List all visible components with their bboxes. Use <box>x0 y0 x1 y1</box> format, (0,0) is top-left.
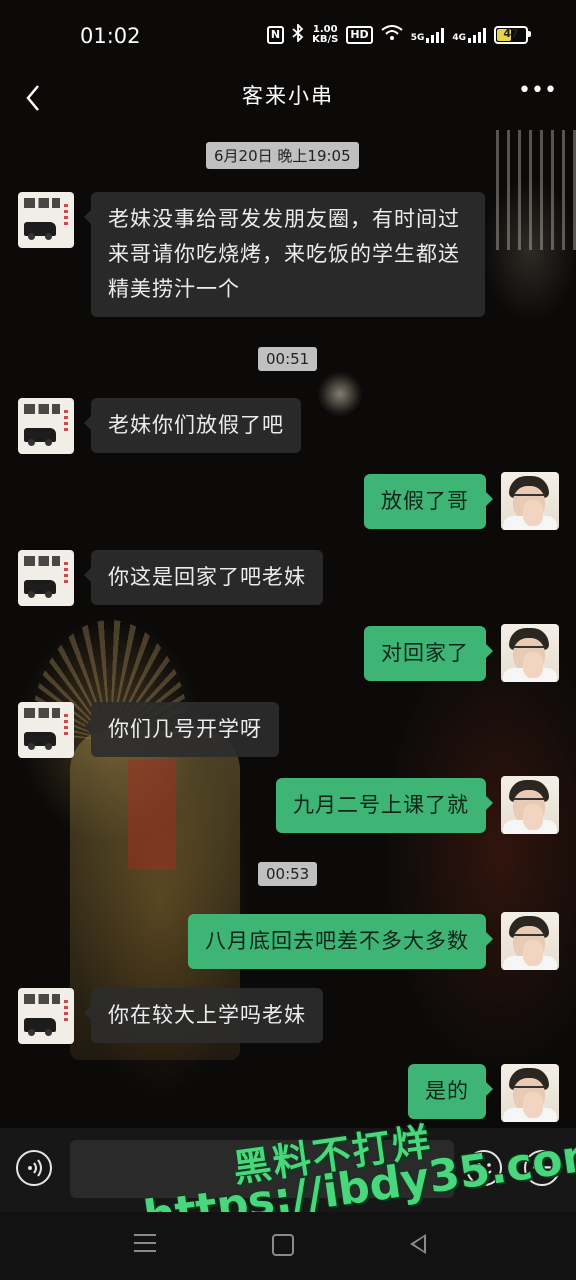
more-dots-icon: ••• <box>518 78 557 103</box>
message-bubble-received[interactable]: 你们几号开学呀 <box>84 702 279 757</box>
message-bubble-received[interactable]: 你在较大上学吗老妹 <box>84 988 323 1043</box>
status-time: 01:02 <box>80 24 141 48</box>
signal-4g: 4G <box>452 27 486 43</box>
speed-unit: KB/S <box>312 34 339 45</box>
background-moon <box>318 372 362 416</box>
net2-label: 4G <box>452 33 466 43</box>
timestamp: 6月20日 晚上19:05 <box>206 142 359 169</box>
bluetooth-icon <box>292 22 304 46</box>
contact-avatar[interactable] <box>18 550 74 606</box>
status-bar: 01:02 N 1.00 KB/S HD 5G 4G 47 <box>0 0 576 74</box>
home-icon[interactable] <box>272 1234 294 1256</box>
message-bubble-received[interactable]: 老妹没事给哥发发朋友圈，有时间过来哥请你吃烧烤，来吃饭的学生都送精美捞汁一个 <box>84 192 485 317</box>
battery-percent: 47 <box>503 27 519 40</box>
contact-avatar[interactable] <box>18 988 74 1044</box>
user-avatar[interactable] <box>501 1064 559 1122</box>
signal-5g: 5G <box>411 27 445 43</box>
user-avatar[interactable] <box>501 472 559 530</box>
timestamp: 00:53 <box>258 862 318 886</box>
message-bubble-sent[interactable]: 对回家了 <box>364 626 493 681</box>
contact-avatar[interactable] <box>18 702 74 758</box>
voice-icon <box>28 1159 42 1177</box>
back-triangle-icon[interactable] <box>410 1234 426 1254</box>
user-avatar[interactable] <box>501 624 559 682</box>
background-figure-detail <box>128 760 176 870</box>
message-bubble-sent[interactable]: 九月二号上课了就 <box>276 778 493 833</box>
timestamp: 00:51 <box>258 347 318 371</box>
contact-avatar[interactable] <box>18 192 74 248</box>
voice-button[interactable] <box>16 1150 52 1186</box>
hd-icon: HD <box>346 26 373 44</box>
background-blinds <box>496 130 576 250</box>
battery-icon: 47 <box>494 26 531 44</box>
user-avatar[interactable] <box>501 912 559 970</box>
message-bubble-received[interactable]: 你这是回家了吧老妹 <box>84 550 323 605</box>
status-icons: N 1.00 KB/S HD 5G 4G 47 <box>266 22 531 46</box>
message-bubble-sent[interactable]: 八月底回去吧差不多大多数 <box>188 914 493 969</box>
contact-avatar[interactable] <box>18 398 74 454</box>
network-speed: 1.00 KB/S <box>312 25 338 45</box>
chat-title: 客来小串 <box>242 84 334 108</box>
message-bubble-received[interactable]: 老妹你们放假了吧 <box>84 398 301 453</box>
signal-bars-icon <box>426 27 445 43</box>
message-bubble-sent[interactable]: 放假了哥 <box>364 474 493 529</box>
user-avatar[interactable] <box>501 776 559 834</box>
nfc-icon: N <box>266 26 285 44</box>
chat-header: 客来小串 ••• <box>0 74 576 126</box>
menu-icon[interactable] <box>134 1234 156 1254</box>
wifi-icon <box>381 25 403 45</box>
more-button[interactable]: ••• <box>518 80 557 110</box>
signal-bars-icon <box>468 27 486 43</box>
net1-label: 5G <box>410 33 425 43</box>
system-nav-bar <box>0 1212 576 1280</box>
